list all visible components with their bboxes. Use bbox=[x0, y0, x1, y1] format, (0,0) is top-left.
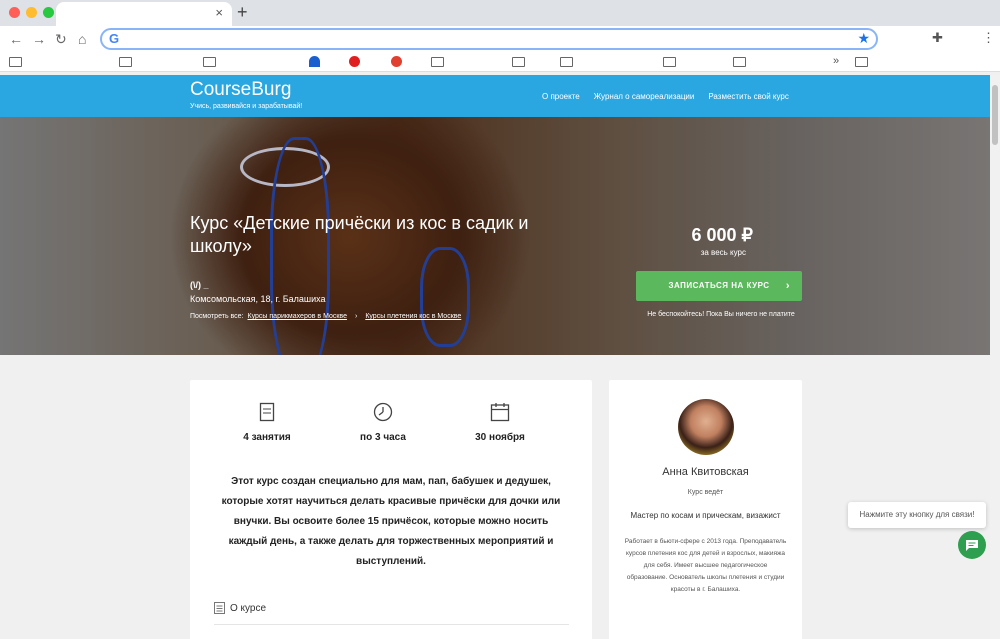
site-tagline: Учись, развивайся и зарабатывай! bbox=[190, 103, 303, 110]
close-tab-icon[interactable]: × bbox=[215, 5, 223, 21]
stat-duration: по 3 часа bbox=[333, 402, 433, 443]
avatar[interactable] bbox=[678, 399, 734, 455]
page-scrollbar[interactable] bbox=[990, 75, 1000, 639]
course-rating: (\/) _ bbox=[190, 280, 209, 290]
course-info-card: 4 занятия по 3 часа 30 ноября Этот курс … bbox=[190, 380, 592, 639]
map-pin-icon[interactable] bbox=[391, 56, 402, 67]
bookmark-folder-icon[interactable] bbox=[512, 57, 525, 67]
chat-tooltip: Нажмите эту кнопку для связи! bbox=[848, 502, 986, 528]
link-braiding-courses[interactable]: Курсы плетения кос в Москве bbox=[365, 313, 461, 320]
window-controls bbox=[9, 7, 54, 18]
bookmark-folder-icon[interactable] bbox=[663, 57, 676, 67]
chevron-right-icon: › bbox=[785, 280, 790, 292]
bookmark-folder-icon[interactable] bbox=[560, 57, 573, 67]
stat-lessons: 4 занятия bbox=[217, 402, 317, 443]
about-course-label: О курсе bbox=[230, 602, 267, 614]
site-logo[interactable]: CourseBurg bbox=[190, 79, 291, 101]
scrollbar-thumb[interactable] bbox=[992, 85, 998, 145]
chat-button[interactable] bbox=[958, 531, 986, 559]
chat-icon bbox=[966, 540, 978, 551]
course-title: Курс «Детские причёски из кос в садик и … bbox=[190, 213, 529, 256]
clock-icon bbox=[373, 402, 393, 422]
bookmark-site-icon[interactable] bbox=[309, 56, 320, 67]
google-icon: G bbox=[109, 31, 120, 46]
site-header: CourseBurg Учись, развивайся и зарабатыв… bbox=[0, 75, 990, 117]
site-nav: О проекте Журнал о самореализации Размес… bbox=[542, 92, 789, 101]
bookmarks-more-icon[interactable]: » bbox=[833, 55, 839, 67]
browser-tab-bar: × + bbox=[0, 0, 1000, 26]
enroll-button[interactable]: ЗАПИСАТЬСЯ НА КУРС › bbox=[636, 271, 802, 301]
nav-link-add-course[interactable]: Разместить свой курс bbox=[708, 92, 788, 101]
nav-link-about[interactable]: О проекте bbox=[542, 92, 580, 101]
page-content: CourseBurg Учись, развивайся и зарабатыв… bbox=[0, 75, 990, 639]
course-address: Комсомольская, 18, г. Балашиха bbox=[190, 294, 326, 304]
reload-icon[interactable]: ↻ bbox=[55, 30, 67, 48]
bookmarks-bar: » bbox=[0, 52, 1000, 72]
bookmark-folder-icon[interactable] bbox=[9, 57, 22, 67]
stat-date: 30 ноября bbox=[450, 402, 550, 443]
address-bar[interactable]: G ★ bbox=[100, 28, 878, 50]
stat-date-label: 30 ноября bbox=[475, 432, 525, 443]
author-name: Анна Квитовская bbox=[662, 466, 749, 478]
bookmark-folder-icon[interactable] bbox=[431, 57, 444, 67]
list-icon bbox=[214, 602, 225, 614]
new-tab-button[interactable]: + bbox=[237, 3, 248, 21]
browser-toolbar: ← → ↻ ⌂ G ★ ✚ ⋮ bbox=[0, 26, 1000, 52]
enroll-button-label: ЗАПИСАТЬСЯ НА КУРС bbox=[668, 281, 770, 290]
document-icon bbox=[259, 402, 275, 422]
home-icon[interactable]: ⌂ bbox=[78, 30, 86, 48]
bookmark-folder-icon[interactable] bbox=[203, 57, 216, 67]
close-window-button[interactable] bbox=[9, 7, 20, 18]
bookmark-folder-icon[interactable] bbox=[855, 57, 868, 67]
bookmark-star-icon[interactable]: ★ bbox=[857, 30, 870, 47]
about-course-tab[interactable]: О курсе bbox=[214, 602, 266, 614]
hero-banner: Курс «Детские причёски из кос в садик и … bbox=[0, 117, 990, 355]
stat-duration-label: по 3 часа bbox=[360, 432, 406, 443]
see-all-links: Посмотреть все: Курсы парикмахеров в Мос… bbox=[190, 313, 461, 320]
calendar-icon bbox=[490, 403, 510, 422]
link-hairdresser-courses[interactable]: Курсы парикмахеров в Москве bbox=[248, 313, 347, 320]
divider bbox=[214, 624, 569, 625]
author-title: Мастер по косам и прическам, визажист bbox=[630, 511, 781, 520]
course-price: 6 000 ₽ bbox=[691, 225, 754, 245]
browser-tab[interactable]: × bbox=[56, 2, 232, 26]
author-role: Курс ведёт bbox=[687, 489, 724, 496]
menu-icon[interactable]: ⋮ bbox=[982, 30, 995, 46]
forward-icon[interactable]: → bbox=[32, 30, 46, 48]
bookmark-folder-icon[interactable] bbox=[119, 57, 132, 67]
no-payment-note: Не беспокойтесь! Пока Вы ничего не плати… bbox=[647, 311, 795, 318]
chevron-right-icon: › bbox=[354, 313, 358, 320]
nav-link-journal[interactable]: Журнал о самореализации bbox=[594, 92, 695, 101]
back-icon[interactable]: ← bbox=[9, 30, 23, 48]
umbrella-icon[interactable] bbox=[349, 56, 360, 67]
bookmark-folder-icon[interactable] bbox=[733, 57, 746, 67]
extensions-icon[interactable]: ✚ bbox=[932, 30, 943, 46]
maximize-window-button[interactable] bbox=[43, 7, 54, 18]
author-card: Анна Квитовская Курс ведёт Мастер по кос… bbox=[609, 380, 802, 639]
see-all-label: Посмотреть все: bbox=[190, 313, 244, 320]
minimize-window-button[interactable] bbox=[26, 7, 37, 18]
stat-lessons-label: 4 занятия bbox=[243, 432, 291, 443]
price-note: за весь курс bbox=[700, 248, 746, 257]
author-bio: Работает в бьюти-сфере с 2013 года. Преп… bbox=[624, 538, 787, 593]
course-description: Этот курс создан специально для мам, пап… bbox=[221, 476, 561, 567]
